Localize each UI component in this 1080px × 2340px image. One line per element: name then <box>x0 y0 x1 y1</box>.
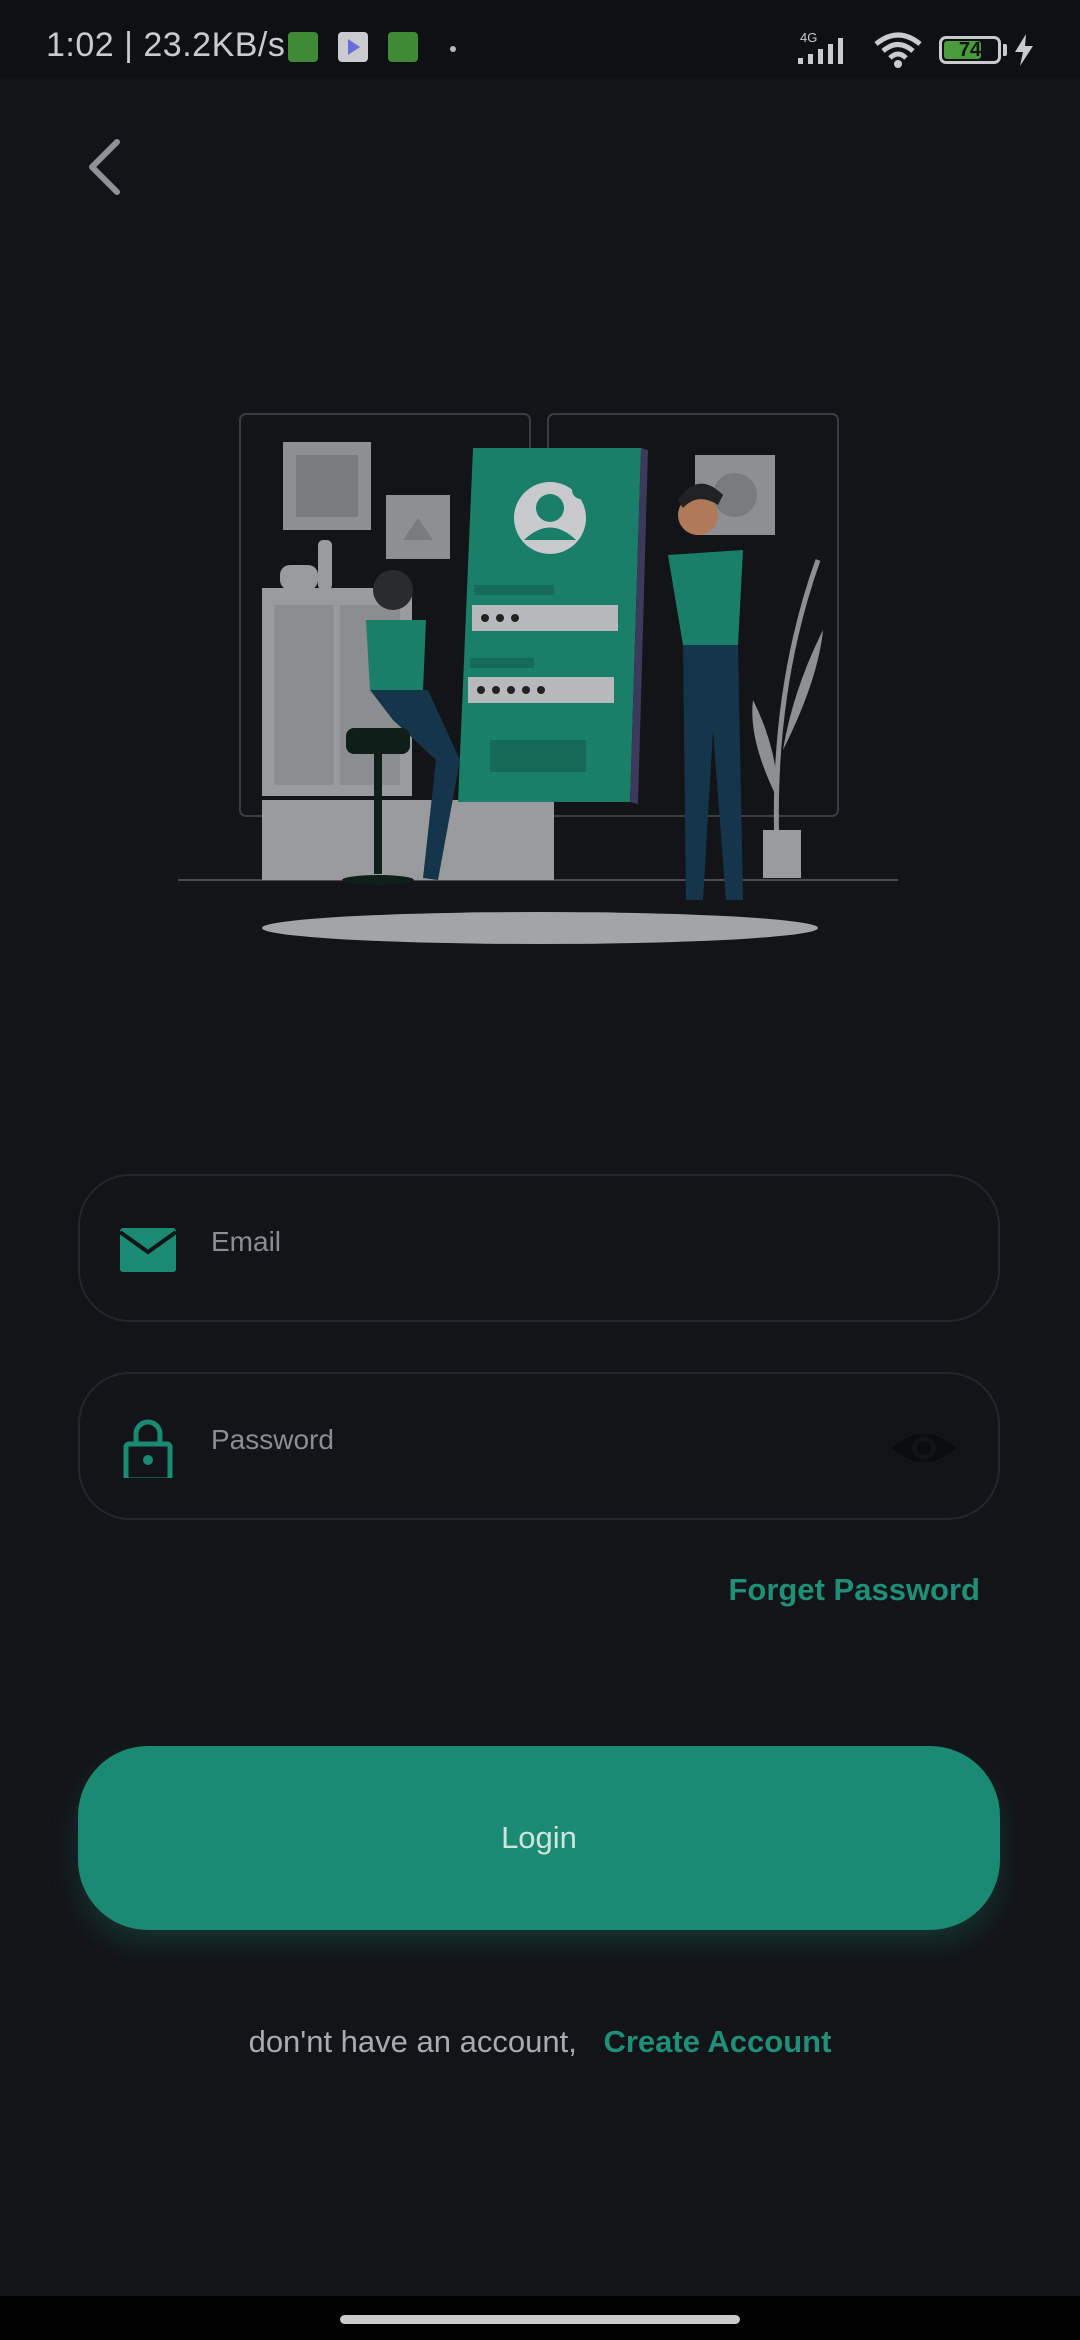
eye-icon[interactable] <box>890 1426 958 1470</box>
back-button[interactable] <box>72 130 142 200</box>
lock-icon <box>123 1419 173 1478</box>
chevron-left-icon <box>89 139 120 195</box>
mail-icon <box>118 1228 178 1272</box>
email-placeholder: Email <box>211 1226 282 1257</box>
svg-text:4G: 4G <box>800 30 817 45</box>
charging-icon <box>1015 34 1033 66</box>
login-button[interactable]: Login <box>78 1746 1000 1930</box>
email-field[interactable]: Email <box>78 1174 1000 1322</box>
play-store-icon <box>338 32 368 62</box>
notification-app-icon-2 <box>388 32 418 62</box>
create-account-link[interactable]: Create Account <box>603 2024 831 2059</box>
login-button-label: Login <box>501 1820 577 1855</box>
wifi-icon <box>874 32 922 68</box>
notification-app-icon <box>288 32 318 62</box>
cell-signal-icon: 4G <box>798 30 843 64</box>
forget-password-link[interactable]: Forget Password <box>729 1572 981 1608</box>
create-account-row: don'nt have an account, Create Account <box>0 2024 1080 2060</box>
battery-level: 74 <box>958 39 982 61</box>
no-account-text: don'nt have an account, <box>248 2024 577 2059</box>
status-time-speed: 1:02 | 23.2KB/s <box>46 26 286 64</box>
password-placeholder: Password <box>211 1424 334 1455</box>
status-bar: 1:02 | 23.2KB/s 4G 74 <box>0 0 1080 78</box>
battery-icon: 74 <box>939 36 1001 64</box>
login-illustration <box>178 400 908 960</box>
home-gesture-pill[interactable] <box>340 2315 740 2324</box>
battery-tip <box>1003 44 1007 56</box>
password-field[interactable]: Password <box>78 1372 1000 1520</box>
more-notifications-dot <box>450 46 456 52</box>
